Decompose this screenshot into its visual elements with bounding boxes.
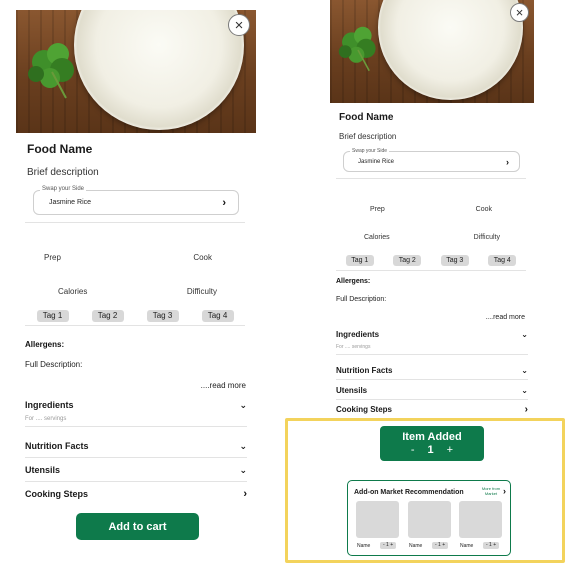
more-from-market-link[interactable]: More from Market <box>480 486 502 496</box>
swap-side-legend: Swap your Side <box>40 186 87 192</box>
add-to-cart-button[interactable]: Add to cart <box>76 513 199 540</box>
herb-garnish-image <box>338 26 376 72</box>
section-title: Nutrition Facts <box>25 441 89 451</box>
tag-chip: Tag 4 <box>201 310 234 322</box>
section-utensils[interactable]: Utensils ⌄ <box>25 459 247 482</box>
section-cooking-steps[interactable]: Cooking Steps › <box>336 401 528 418</box>
section-title: Cooking Steps <box>25 489 89 499</box>
item-added-label: Item Added <box>402 431 462 443</box>
section-nutrition-facts[interactable]: Nutrition Facts ⌄ <box>25 435 247 458</box>
food-name: Food Name <box>339 112 394 123</box>
chevron-down-icon: ⌄ <box>521 365 528 375</box>
chevron-right-icon[interactable]: › <box>503 486 506 496</box>
prep-label: Prep <box>370 206 385 213</box>
tag-chip: Tag 3 <box>146 310 179 322</box>
calories-label: Calories <box>364 234 390 241</box>
prep-label: Prep <box>44 253 61 262</box>
item-added-stepper: Item Added - 1 + <box>380 426 484 461</box>
close-button[interactable]: × <box>510 3 529 22</box>
prep-cook-row: Prep Cook <box>44 253 212 262</box>
full-description-label: Full Description: <box>25 360 83 369</box>
quantity-value: 1 <box>427 444 434 456</box>
increment-button[interactable]: + <box>447 444 453 456</box>
allergens-label: Allergens: <box>336 278 371 285</box>
tag-chip: Tag 2 <box>91 310 124 322</box>
tag-chip: Tag 3 <box>440 255 469 266</box>
hero-image: × <box>330 0 534 103</box>
divider <box>25 222 245 223</box>
close-icon: × <box>234 16 244 34</box>
herb-garnish-image <box>28 43 74 99</box>
chevron-right-icon: › <box>222 196 226 209</box>
section-title: Cooking Steps <box>336 405 393 414</box>
difficulty-label: Difficulty <box>186 287 217 296</box>
close-icon: × <box>515 5 524 20</box>
swap-side-dropdown[interactable]: Swap your Side Jasmine Rice › <box>343 148 520 172</box>
food-name: Food Name <box>27 142 93 156</box>
read-more-link[interactable]: ....read more <box>440 314 525 321</box>
close-button[interactable]: × <box>228 14 250 36</box>
quantity-stepper[interactable]: - 1 + <box>380 542 397 549</box>
swap-side-legend: Swap your Side <box>350 148 390 154</box>
prep-cook-row: Prep Cook <box>370 206 492 213</box>
quantity-stepper[interactable]: - 1 + <box>432 542 449 549</box>
calories-difficulty-row: Calories Difficulty <box>364 234 500 241</box>
quantity-stepper: - 1 + <box>380 444 484 456</box>
product-thumbnail[interactable] <box>408 501 451 538</box>
section-cooking-steps[interactable]: Cooking Steps › <box>25 483 247 505</box>
swap-side-value: Jasmine Rice <box>358 158 395 165</box>
decrement-button[interactable]: - <box>411 444 415 456</box>
section-ingredients[interactable]: Ingredients For .... servings ⌄ <box>25 395 247 427</box>
full-description-label: Full Description: <box>336 296 387 303</box>
quantity-stepper[interactable]: - 1 + <box>483 542 500 549</box>
section-subtitle: For .... servings <box>25 415 67 422</box>
product-detail-panel: × Food Name Brief description Swap your … <box>16 10 256 540</box>
product-name: Name <box>460 543 474 549</box>
section-nutrition-facts[interactable]: Nutrition Facts ⌄ <box>336 361 528 380</box>
section-title: Utensils <box>336 385 368 395</box>
read-more-link[interactable]: ....read more <box>156 381 246 390</box>
section-title: Utensils <box>25 465 61 475</box>
tag-row: Tag 1 Tag 2 Tag 3 Tag 4 <box>336 251 526 271</box>
chevron-down-icon: ⌄ <box>239 464 247 475</box>
chevron-right-icon: › <box>243 488 247 500</box>
hero-image: × <box>16 10 256 133</box>
chevron-down-icon: ⌄ <box>239 440 247 451</box>
swap-side-value: Jasmine Rice <box>49 199 92 206</box>
brief-description: Brief description <box>339 132 397 141</box>
chevron-right-icon: › <box>524 404 528 415</box>
calories-difficulty-row: Calories Difficulty <box>58 287 217 296</box>
addon-market-card: Add-on Market Recommendation More from M… <box>347 480 511 556</box>
chevron-right-icon: › <box>506 156 509 167</box>
tag-chip: Tag 4 <box>488 255 517 266</box>
chevron-down-icon: ⌄ <box>521 330 528 339</box>
product-name: Name <box>409 543 423 549</box>
chevron-down-icon: ⌄ <box>239 400 247 410</box>
difficulty-label: Difficulty <box>473 234 500 241</box>
section-title: Nutrition Facts <box>336 365 393 375</box>
divider <box>336 178 526 179</box>
brief-description: Brief description <box>27 167 99 178</box>
tag-chip: Tag 2 <box>393 255 422 266</box>
section-title: Ingredients <box>336 329 380 339</box>
product-thumbnail[interactable] <box>356 501 399 538</box>
tag-chip: Tag 1 <box>36 310 69 322</box>
product-name: Name <box>357 543 371 549</box>
allergens-label: Allergens: <box>25 340 65 349</box>
product-detail-panel-added: × Food Name Brief description Swap your … <box>330 0 534 415</box>
chevron-down-icon: ⌄ <box>521 385 528 395</box>
tag-row: Tag 1 Tag 2 Tag 3 Tag 4 <box>25 306 245 326</box>
section-title: Ingredients <box>25 399 74 410</box>
calories-label: Calories <box>58 287 88 296</box>
section-utensils[interactable]: Utensils ⌄ <box>336 381 528 400</box>
addon-market-title: Add-on Market Recommendation <box>354 489 464 496</box>
section-ingredients[interactable]: Ingredients For .... servings ⌄ <box>336 325 528 355</box>
tag-chip: Tag 1 <box>345 255 374 266</box>
swap-side-dropdown[interactable]: Swap your Side Jasmine Rice › <box>33 186 239 215</box>
cook-label: Cook <box>475 206 492 213</box>
section-subtitle: For .... servings <box>336 343 371 350</box>
product-thumbnail[interactable] <box>459 501 502 538</box>
cook-label: Cook <box>193 253 212 262</box>
